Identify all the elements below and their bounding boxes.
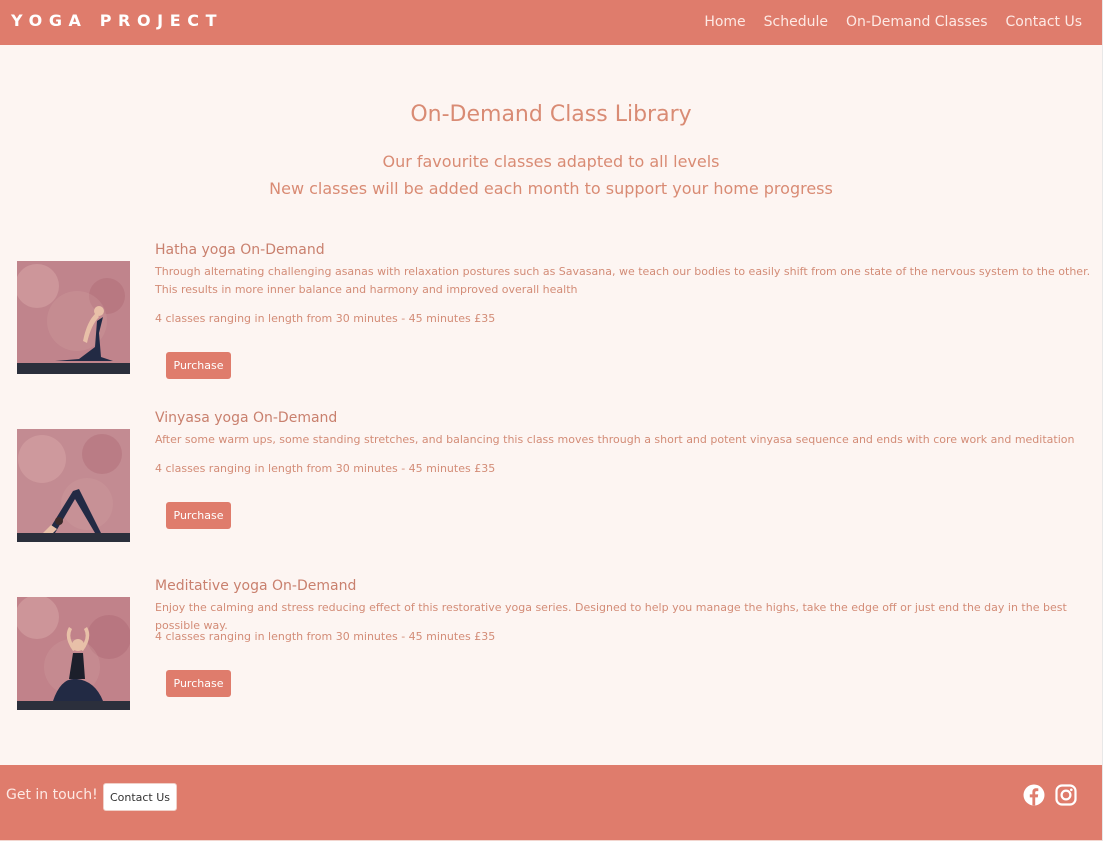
page: YOGA PROJECT Home Schedule On-Demand Cla…: [0, 0, 1102, 841]
class-image-meditative: [17, 597, 130, 710]
nav-home[interactable]: Home: [704, 14, 745, 30]
class-image-hatha: [17, 261, 130, 374]
footer-contact-button[interactable]: Contact Us: [103, 783, 177, 811]
class-title: Vinyasa yoga On-Demand: [155, 410, 338, 426]
class-description: After some warm ups, some standing stret…: [155, 433, 1075, 446]
footer: Get in touch! Contact Us: [0, 765, 1102, 841]
footer-text: Get in touch!: [6, 787, 98, 803]
page-subtitle-secondary: New classes will be added each month to …: [269, 179, 833, 198]
page-subtitle: Our favourite classes adapted to all lev…: [382, 152, 720, 171]
class-image-vinyasa: [17, 429, 130, 542]
page-title: On-Demand Class Library: [410, 102, 692, 127]
navbar: YOGA PROJECT Home Schedule On-Demand Cla…: [0, 0, 1102, 45]
class-price: 4 classes ranging in length from 30 minu…: [155, 462, 496, 475]
nav-links: Home Schedule On-Demand Classes Contact …: [704, 14, 1082, 30]
class-price: 4 classes ranging in length from 30 minu…: [155, 312, 496, 325]
class-title: Hatha yoga On-Demand: [155, 242, 325, 258]
purchase-button-meditative[interactable]: Purchase: [166, 670, 231, 697]
purchase-button-vinyasa[interactable]: Purchase: [166, 502, 231, 529]
brand-logo[interactable]: YOGA PROJECT: [11, 11, 223, 30]
instagram-icon[interactable]: [1055, 784, 1077, 806]
class-description: Through alternating challenging asanas w…: [155, 265, 1091, 296]
purchase-button-hatha[interactable]: Purchase: [166, 352, 231, 379]
class-price: 4 classes ranging in length from 30 minu…: [155, 630, 496, 643]
class-title: Meditative yoga On-Demand: [155, 578, 357, 594]
facebook-icon[interactable]: [1023, 784, 1045, 806]
nav-schedule[interactable]: Schedule: [764, 14, 828, 30]
nav-on-demand-classes[interactable]: On-Demand Classes: [846, 14, 988, 30]
nav-contact-us[interactable]: Contact Us: [1006, 14, 1082, 30]
